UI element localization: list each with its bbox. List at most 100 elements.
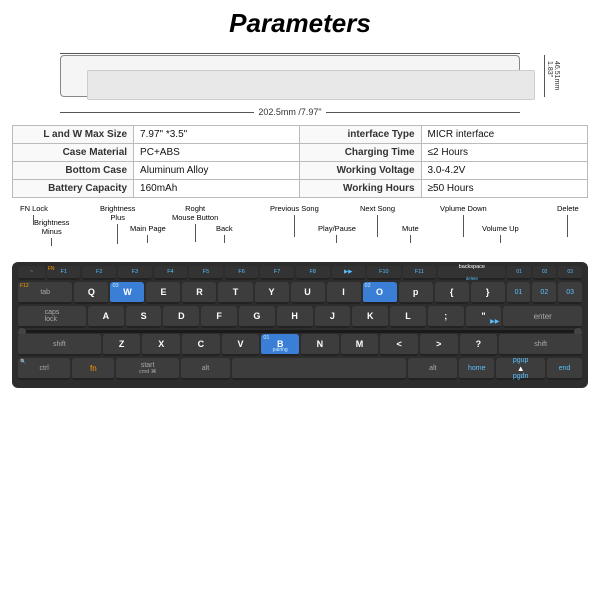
page-title: Parameters xyxy=(12,8,588,39)
key-c[interactable]: C xyxy=(182,334,220,356)
key-03[interactable]: 03 xyxy=(558,266,582,280)
key-02[interactable]: 02 xyxy=(533,266,557,280)
param-value: 3.0-4.2V xyxy=(421,162,587,180)
key-tab[interactable]: tabF12 xyxy=(18,282,72,304)
param-value: ≥50 Hours xyxy=(421,180,587,198)
param-label: L and W Max Size xyxy=(13,126,134,144)
key-m[interactable]: M xyxy=(341,334,379,356)
key-t[interactable]: T xyxy=(218,282,252,304)
key-01[interactable]: 01 xyxy=(507,266,531,280)
param-label: Battery Capacity xyxy=(13,180,134,198)
key-quote[interactable]: "▶▶ xyxy=(466,306,502,328)
key-shift-l[interactable]: shift xyxy=(18,334,101,356)
param-value: 160mAh xyxy=(134,180,300,198)
key-j[interactable]: J xyxy=(315,306,351,328)
key-capslock[interactable]: capslock xyxy=(18,306,86,328)
key-side-02[interactable]: 02 xyxy=(532,282,556,304)
delete-label: Delete xyxy=(557,204,579,237)
key-f8[interactable]: F8 xyxy=(296,266,330,280)
param-value: Aluminum Alloy xyxy=(134,162,300,180)
key-f3[interactable]: F3 xyxy=(118,266,152,280)
key-p[interactable]: p xyxy=(399,282,433,304)
key-q[interactable]: Q xyxy=(74,282,108,304)
key-w[interactable]: 03 W xyxy=(110,282,144,304)
key-i[interactable]: I xyxy=(327,282,361,304)
device-inner xyxy=(87,70,535,100)
key-d[interactable]: D xyxy=(163,306,199,328)
key-z[interactable]: Z xyxy=(103,334,141,356)
key-b[interactable]: 01 B pairing xyxy=(261,334,299,356)
key-enter[interactable]: enter xyxy=(503,306,582,328)
key-bracket-l[interactable]: { xyxy=(435,282,469,304)
fold-line xyxy=(18,330,582,333)
key-o[interactable]: 02 O xyxy=(363,282,397,304)
key-g[interactable]: G xyxy=(239,306,275,328)
key-space[interactable] xyxy=(232,358,407,380)
key-s[interactable]: S xyxy=(126,306,162,328)
key-f1[interactable]: F1FN xyxy=(47,266,81,280)
previous-song-label: Previous Song xyxy=(270,204,319,237)
key-ctrl[interactable]: ctrl 🔍 xyxy=(18,358,70,380)
key-y[interactable]: Y xyxy=(255,282,289,304)
key-f5[interactable]: F5 xyxy=(189,266,223,280)
param-label: Case Material xyxy=(13,144,134,162)
key-f9[interactable]: ▶▶ xyxy=(332,266,366,280)
page: Parameters 46.51mm1.83" 202.5mm /7.97" L… xyxy=(0,0,600,600)
key-tilde[interactable]: ~ xyxy=(18,266,45,280)
param-value: ≤2 Hours xyxy=(421,144,587,162)
dim-width: 202.5mm /7.97" xyxy=(60,107,520,117)
key-pgup[interactable]: pgup ▲ pgdn xyxy=(496,358,545,380)
key-f10[interactable]: F10 xyxy=(367,266,401,280)
back-label: Back xyxy=(216,224,233,243)
key-home[interactable]: home xyxy=(459,358,494,380)
width-label: 202.5mm /7.97" xyxy=(254,107,325,117)
key-f4[interactable]: F4 xyxy=(154,266,188,280)
key-r[interactable]: R xyxy=(182,282,216,304)
param-label: Charging Time xyxy=(300,144,421,162)
mute-label: Mute xyxy=(402,224,419,243)
key-e[interactable]: E xyxy=(146,282,180,304)
key-slash[interactable]: ? xyxy=(460,334,498,356)
key-start[interactable]: start cmd ⌘ xyxy=(116,358,179,380)
key-k[interactable]: K xyxy=(352,306,388,328)
bottom-row: ctrl 🔍 fn start cmd ⌘ alt alt home pgup … xyxy=(18,358,582,380)
dim-width-line xyxy=(60,52,520,54)
key-f6[interactable]: F6 xyxy=(225,266,259,280)
param-value: 7.97" *3.5" xyxy=(134,126,300,144)
device-diagram: 46.51mm1.83" 202.5mm /7.97" xyxy=(40,47,560,117)
key-l[interactable]: L xyxy=(390,306,426,328)
key-fn[interactable]: fn xyxy=(72,358,114,380)
dim-height: 46.51mm1.83" xyxy=(544,55,560,97)
key-side-03[interactable]: 03 xyxy=(558,282,582,304)
key-shift-r[interactable]: shift xyxy=(499,334,582,356)
key-u[interactable]: U xyxy=(291,282,325,304)
key-x[interactable]: X xyxy=(142,334,180,356)
asdf-row: capslock A S D F G H J K L ; "▶▶ enter xyxy=(18,306,582,328)
key-h[interactable]: H xyxy=(277,306,313,328)
param-label: interface Type xyxy=(300,126,421,144)
keyboard: ~ F1FN F2 F3 F4 F5 F6 F7 F8 ▶▶ F10 F11 b… xyxy=(12,262,588,388)
key-comma[interactable]: < xyxy=(380,334,418,356)
key-f11[interactable]: F11 xyxy=(403,266,437,280)
key-f[interactable]: F xyxy=(201,306,237,328)
key-end[interactable]: end xyxy=(547,358,582,380)
key-alt-l[interactable]: alt xyxy=(181,358,230,380)
key-side-01[interactable]: 01 xyxy=(507,282,531,304)
key-f7[interactable]: F7 xyxy=(260,266,294,280)
qwerty-row: tabF12 Q 03 W E R T Y U I 02 O p { } xyxy=(18,282,582,304)
brightness-minus-label: BrightnessMinus xyxy=(34,218,69,246)
key-alt-r[interactable]: alt xyxy=(408,358,457,380)
key-v[interactable]: V xyxy=(222,334,260,356)
key-a[interactable]: A xyxy=(88,306,124,328)
key-backspace[interactable]: backspacedelete xyxy=(438,266,505,280)
param-label: Bottom Case xyxy=(13,162,134,180)
key-f2[interactable]: F2 xyxy=(82,266,116,280)
table-row: Bottom Case Aluminum Alloy Working Volta… xyxy=(13,162,588,180)
key-period[interactable]: > xyxy=(420,334,458,356)
key-n[interactable]: N xyxy=(301,334,339,356)
key-bracket-r[interactable]: } xyxy=(471,282,505,304)
key-semicolon[interactable]: ; xyxy=(428,306,464,328)
volume-up-label: Volume Up xyxy=(482,224,519,243)
table-row: L and W Max Size 7.97" *3.5" interface T… xyxy=(13,126,588,144)
volume-down-label: Vplume Down xyxy=(440,204,487,237)
